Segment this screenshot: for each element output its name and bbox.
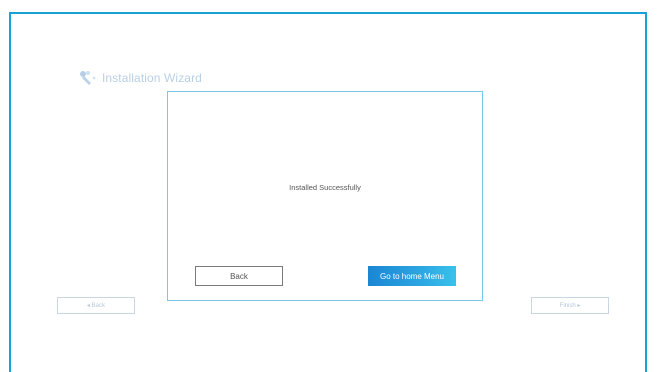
success-dialog: Installed Successfully Back Go to home M… <box>167 91 483 301</box>
wand-icon <box>79 70 99 86</box>
go-to-home-menu-button[interactable]: Go to home Menu <box>368 266 456 286</box>
wizard-title: Installation Wizard <box>102 71 202 85</box>
wizard-header: Installation Wizard <box>79 70 202 86</box>
success-message: Installed Successfully <box>289 183 361 192</box>
back-button[interactable]: Back <box>195 266 283 286</box>
wizard-finish-button: Finish ▸ <box>531 297 609 314</box>
wizard-back-button: ◂ Back <box>57 297 135 314</box>
